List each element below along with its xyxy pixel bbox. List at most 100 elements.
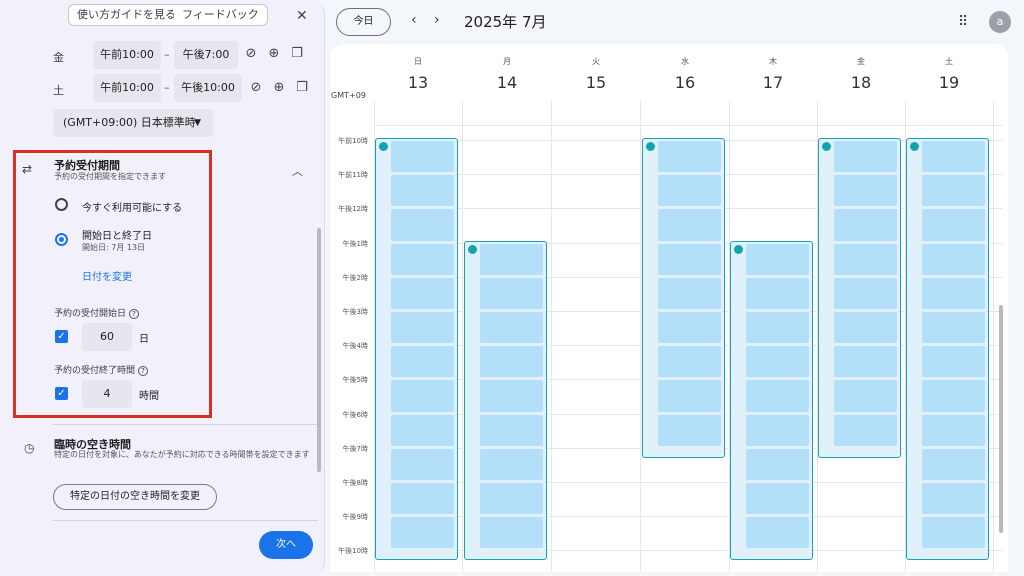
time-slot[interactable]	[834, 175, 897, 207]
today-button[interactable]: 今日	[336, 8, 391, 36]
time-slot[interactable]	[746, 243, 809, 275]
calendar-scrollbar[interactable]	[999, 305, 1003, 533]
help-icon[interactable]: ?	[138, 365, 149, 376]
time-slot[interactable]	[922, 141, 985, 173]
time-slot[interactable]	[922, 483, 985, 515]
time-slot[interactable]	[480, 414, 543, 446]
time-slot[interactable]	[922, 346, 985, 378]
time-slot[interactable]	[658, 243, 721, 275]
time-slot[interactable]	[746, 414, 809, 446]
time-slot[interactable]	[391, 175, 454, 207]
day-number[interactable]: 15	[576, 73, 616, 92]
sat-end-time[interactable]: 午後10:00	[174, 74, 242, 102]
time-slot[interactable]	[834, 414, 897, 446]
time-slot[interactable]	[834, 141, 897, 173]
time-slot[interactable]	[391, 141, 454, 173]
time-slot[interactable]	[391, 517, 454, 549]
time-slot[interactable]	[480, 243, 543, 275]
time-slot[interactable]	[658, 209, 721, 241]
radio-available-now[interactable]	[55, 198, 68, 211]
unavailable-icon[interactable]: ⊘	[243, 46, 259, 61]
prev-week-icon[interactable]: ‹	[411, 12, 417, 28]
time-slot[interactable]	[746, 346, 809, 378]
time-slot[interactable]	[480, 517, 543, 549]
time-slot[interactable]	[658, 346, 721, 378]
time-slot[interactable]	[834, 243, 897, 275]
time-slot[interactable]	[746, 517, 809, 549]
end-hours-input[interactable]: 4	[82, 380, 132, 408]
time-slot[interactable]	[391, 277, 454, 309]
time-slot[interactable]	[480, 346, 543, 378]
time-slot[interactable]	[480, 312, 543, 344]
time-slot[interactable]	[391, 209, 454, 241]
time-slot[interactable]	[922, 517, 985, 549]
copy-icon[interactable]: ❐	[294, 80, 310, 95]
time-slot[interactable]	[480, 380, 543, 412]
next-button[interactable]: 次へ	[259, 531, 313, 559]
change-specific-date-button[interactable]: 特定の日付の空き時間を変更	[53, 484, 217, 510]
day-number[interactable]: 16	[665, 73, 705, 92]
time-slot[interactable]	[658, 175, 721, 207]
time-slot[interactable]	[922, 243, 985, 275]
apps-grid-icon[interactable]: ⠿	[958, 14, 968, 30]
time-slot[interactable]	[480, 448, 543, 480]
time-slot[interactable]	[922, 414, 985, 446]
time-slot[interactable]	[480, 277, 543, 309]
fri-start-time[interactable]: 午前10:00	[93, 41, 161, 69]
time-slot[interactable]	[658, 380, 721, 412]
change-date-link[interactable]: 日付を変更	[82, 268, 132, 283]
panel-scrollbar[interactable]	[317, 228, 321, 472]
time-slot[interactable]	[391, 483, 454, 515]
day-number[interactable]: 19	[929, 73, 969, 92]
time-slot[interactable]	[834, 277, 897, 309]
time-slot[interactable]	[922, 277, 985, 309]
day-number[interactable]: 18	[841, 73, 881, 92]
avatar[interactable]: a	[989, 11, 1011, 33]
time-slot[interactable]	[391, 380, 454, 412]
time-slot[interactable]	[834, 380, 897, 412]
timezone-select[interactable]: (GMT+09:00) 日本標準時 ▼	[53, 109, 213, 137]
help-icon[interactable]: ?	[129, 308, 140, 319]
feedback-button[interactable]: フィードバック	[174, 4, 268, 26]
time-slot[interactable]	[658, 414, 721, 446]
time-slot[interactable]	[480, 483, 543, 515]
end-checkbox[interactable]: ✓	[55, 387, 68, 400]
close-icon[interactable]: ✕	[296, 8, 308, 24]
time-slot[interactable]	[834, 209, 897, 241]
time-slot[interactable]	[391, 414, 454, 446]
sat-start-time[interactable]: 午前10:00	[93, 74, 161, 102]
start-days-input[interactable]: 60	[82, 323, 132, 351]
time-slot[interactable]	[391, 448, 454, 480]
time-slot[interactable]	[922, 209, 985, 241]
time-slot[interactable]	[746, 380, 809, 412]
time-slot[interactable]	[658, 141, 721, 173]
time-slot[interactable]	[746, 448, 809, 480]
time-slot[interactable]	[922, 380, 985, 412]
add-icon[interactable]: ⊕	[271, 80, 287, 95]
time-slot[interactable]	[922, 312, 985, 344]
unavailable-icon[interactable]: ⊘	[248, 80, 264, 95]
time-slot[interactable]	[658, 277, 721, 309]
time-slot[interactable]	[746, 277, 809, 309]
next-week-icon[interactable]: ›	[434, 12, 440, 28]
day-number[interactable]: 13	[398, 73, 438, 92]
time-slot[interactable]	[391, 243, 454, 275]
guide-button[interactable]: 使い方ガイドを見る	[68, 4, 185, 26]
time-slot[interactable]	[922, 175, 985, 207]
time-slot[interactable]	[834, 346, 897, 378]
time-slot[interactable]	[746, 483, 809, 515]
day-number[interactable]: 17	[753, 73, 793, 92]
time-slot[interactable]	[658, 312, 721, 344]
day-number[interactable]: 14	[487, 73, 527, 92]
copy-icon[interactable]: ❐	[289, 46, 305, 61]
time-slot[interactable]	[391, 312, 454, 344]
chevron-up-icon[interactable]: ︿	[292, 163, 303, 179]
time-slot[interactable]	[391, 346, 454, 378]
time-slot[interactable]	[922, 448, 985, 480]
start-checkbox[interactable]: ✓	[55, 330, 68, 343]
time-slot[interactable]	[746, 312, 809, 344]
fri-end-time[interactable]: 午後7:00	[174, 41, 238, 69]
add-icon[interactable]: ⊕	[266, 46, 282, 61]
time-slot[interactable]	[834, 312, 897, 344]
radio-date-range[interactable]	[55, 233, 68, 246]
